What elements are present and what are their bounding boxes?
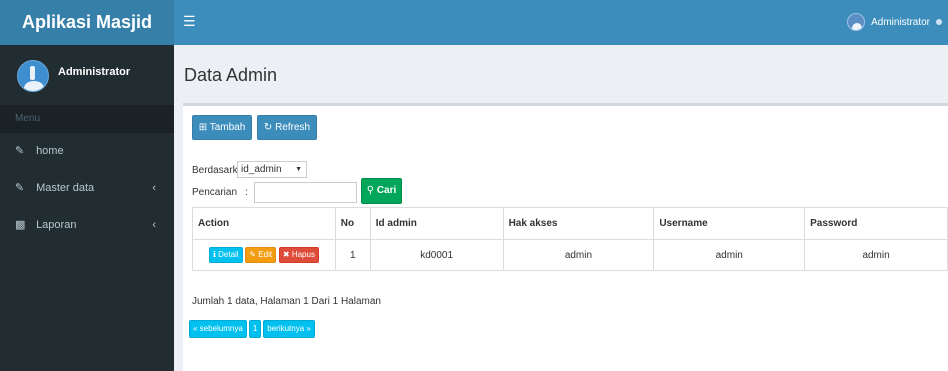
content-header: Data Admin: [174, 45, 948, 103]
chevron-left-icon: ‹: [152, 182, 156, 194]
chevron-left-icon: ‹: [152, 219, 156, 231]
cell-no: 1: [334, 239, 371, 271]
cell-id-admin: kd0001: [369, 239, 504, 271]
pagination: « sebelumnya 1 berikutnya »: [189, 320, 315, 338]
user-menu[interactable]: Administrator: [847, 13, 942, 31]
action-cell: ℹ Detail ✎ Edit ✖ Hapus: [192, 239, 336, 271]
sidebar: Administrator Menu ✎ home ✎ Master data …: [0, 45, 174, 371]
search-label: Pencarian: [192, 187, 238, 198]
admin-table: Action No Id admin Hak akses Username Pa…: [192, 207, 948, 271]
sidebar-item-label: Laporan: [36, 219, 77, 231]
filter-selected-value: id_admin: [241, 164, 282, 175]
cell-hak-akses: admin: [502, 239, 655, 271]
cell-username: admin: [653, 239, 806, 271]
next-page-button[interactable]: berikutnya »: [263, 320, 315, 338]
edit-button[interactable]: ✎ Edit: [245, 247, 277, 263]
sidebar-item-master-data[interactable]: ✎ Master data ‹: [0, 170, 174, 207]
page-title: Data Admin: [184, 65, 278, 85]
plus-square-icon: ⊞: [198, 122, 208, 133]
cell-password: admin: [804, 239, 948, 271]
search-colon: :: [245, 187, 248, 198]
sidebar-item-laporan[interactable]: ▩ Laporan ‹: [0, 207, 174, 244]
refresh-button[interactable]: ↻ Refresh: [257, 115, 317, 140]
sidebar-item-home[interactable]: ✎ home: [0, 133, 174, 170]
edit-icon: ✎: [15, 182, 25, 194]
app-brand[interactable]: Aplikasi Masjid: [0, 0, 174, 45]
column-header: Id admin: [369, 207, 504, 240]
table-header-row: Action No Id admin Hak akses Username Pa…: [192, 207, 948, 240]
column-header: No: [334, 207, 371, 240]
search-button[interactable]: ⚲ Cari: [361, 178, 402, 204]
edit-icon: ✎: [249, 250, 257, 259]
add-button[interactable]: ⊞ Tambah: [192, 115, 252, 140]
sidebar-item-label: Master data: [36, 182, 95, 194]
info-icon: ℹ: [212, 250, 216, 259]
edit-icon: ✎: [15, 145, 25, 157]
top-navbar: ☰ Administrator: [174, 0, 948, 45]
column-header: Hak akses: [502, 207, 655, 240]
detail-button[interactable]: ℹ Detail: [208, 247, 243, 263]
delete-button[interactable]: ✖ Hapus: [278, 247, 319, 263]
column-header: Action: [192, 207, 336, 240]
column-header: Password: [804, 207, 948, 240]
avatar: [847, 13, 866, 31]
menu-header: Menu: [0, 105, 174, 133]
avatar: [17, 60, 49, 92]
sidebar-item-label: home: [36, 145, 64, 157]
caret-down-icon: ▼: [295, 166, 302, 173]
column-header: Username: [653, 207, 806, 240]
data-box: ⊞ Tambah ↻ Refresh Berdasarkan: id_admin…: [183, 103, 948, 371]
settings-icon[interactable]: [936, 19, 942, 25]
user-panel: Administrator: [0, 45, 174, 105]
refresh-icon: ↻: [263, 122, 273, 133]
data-summary: Jumlah 1 data, Halaman 1 Dari 1 Halaman: [192, 296, 381, 307]
top-user-name: Administrator: [871, 16, 930, 28]
search-icon: ⚲: [366, 185, 375, 196]
filter-select[interactable]: id_admin ▼: [237, 161, 307, 178]
sidebar-user-name: Administrator: [58, 66, 131, 78]
table-row: ℹ Detail ✎ Edit ✖ Hapus 1 kd0001 admin a…: [192, 239, 948, 271]
close-icon: ✖: [282, 250, 290, 259]
prev-page-button[interactable]: « sebelumnya: [189, 320, 247, 338]
sitemap-icon: ▩: [15, 219, 26, 231]
hamburger-icon[interactable]: ☰: [183, 13, 196, 30]
search-input[interactable]: [254, 182, 357, 203]
page-number-button[interactable]: 1: [248, 320, 262, 338]
